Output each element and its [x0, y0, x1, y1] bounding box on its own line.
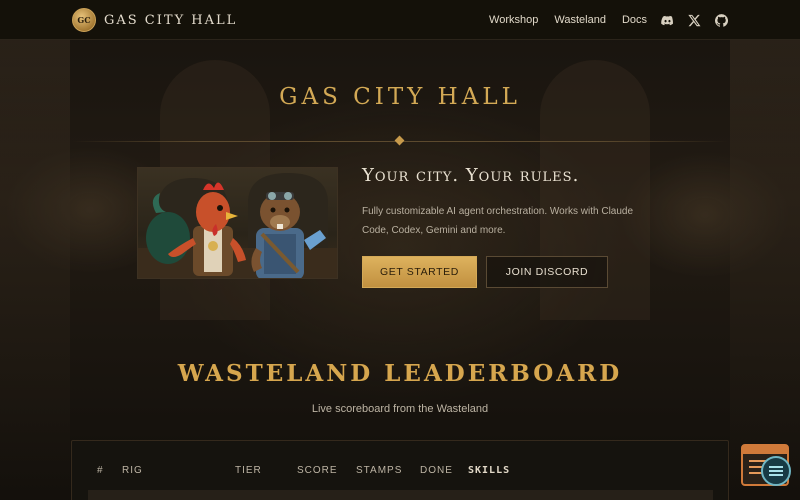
chat-assistant-icon[interactable]: [761, 456, 791, 486]
top-navbar: GC GAS CITY HALL Workshop Wasteland Docs: [0, 0, 800, 40]
hero-illustration: [137, 167, 338, 279]
column-header-score[interactable]: SCORE: [297, 465, 338, 476]
widget-titlebar: [743, 446, 787, 454]
column-header-rig[interactable]: RIG: [122, 465, 143, 476]
leaderboard-title: WASTELAND LEADERBOARD: [177, 360, 623, 387]
discord-icon[interactable]: [661, 14, 674, 27]
column-header-skills[interactable]: SKILLS: [468, 465, 510, 476]
nav-link-wasteland[interactable]: Wasteland: [554, 14, 606, 26]
divider-diamond-icon: [394, 135, 405, 146]
join-discord-button[interactable]: JOIN DISCORD: [486, 256, 608, 288]
nav-link-workshop[interactable]: Workshop: [489, 14, 538, 26]
leaderboard-subtitle: Live scoreboard from the Wasteland: [311, 403, 489, 415]
column-header-stamps[interactable]: STAMPS: [356, 465, 402, 476]
brand-name: GAS CITY HALL: [104, 12, 238, 28]
hero-tagline: Your city. Your rules.: [362, 165, 580, 186]
nav-link-docs[interactable]: Docs: [622, 14, 647, 26]
x-icon[interactable]: [688, 14, 701, 27]
nav-links: Workshop Wasteland Docs: [473, 0, 728, 40]
get-started-button[interactable]: GET STARTED: [362, 256, 477, 288]
column-header-tier[interactable]: TIER: [235, 465, 262, 476]
hero-title: GAS CITY HALL: [279, 84, 521, 110]
table-row[interactable]: [88, 490, 713, 500]
brand-home-link[interactable]: GC GAS CITY HALL: [72, 8, 237, 32]
hero-description: Fully customizable AI agent orchestratio…: [362, 206, 634, 236]
column-header-rank[interactable]: #: [97, 465, 104, 476]
logo-icon: GC: [72, 8, 96, 32]
column-header-done[interactable]: DONE: [420, 465, 453, 476]
github-icon[interactable]: [715, 13, 728, 27]
